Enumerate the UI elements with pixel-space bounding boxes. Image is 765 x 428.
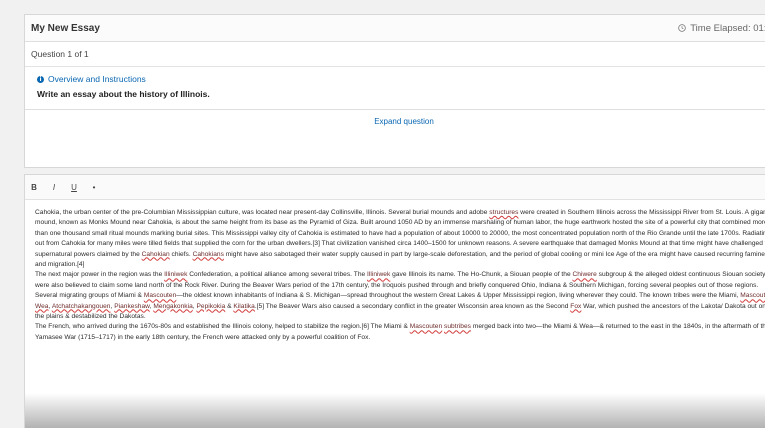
question-counter-bar: Question 1 of 1 [25,42,765,67]
essay-text-run: .[5] The Beaver Wars also caused a secon… [254,302,571,310]
misspelled-word: Mascouten [740,292,765,300]
essay-text-run: —the oldest known inhabitants of Indiana… [176,292,741,300]
misspelled-word: Fox [570,302,582,310]
page-title: My New Essay [31,22,100,34]
bullet-list-button[interactable]: • [91,183,97,192]
essay-text-run: Cahokia, the urban center of the pre-Col… [35,209,490,216]
question-panel: My New Essay Time Elapsed: 01:48 Questio… [24,14,765,168]
answer-panel: B I U • Cahokia, the urban center of the… [24,174,765,428]
question-prompt: Write an essay about the history of Illi… [37,89,210,99]
essay-page: My New Essay Time Elapsed: 01:48 Questio… [0,0,765,428]
misspelled-word: Chiwere [572,271,597,279]
essay-paragraph-1: Cahokia, the urban center of the pre-Col… [35,208,765,270]
essay-text-run: gave Illinois its name. The Ho-Chunk, a … [390,271,573,279]
misspelled-word: Piankeshaw [114,302,150,310]
essay-editor[interactable]: Cahokia, the urban center of the pre-Col… [25,200,765,343]
editor-toolbar: B I U • [25,175,765,200]
essay-paragraph-2: The next major power in the region was t… [35,270,765,322]
title-bar: My New Essay Time Elapsed: 01:48 [25,15,765,42]
clock-icon [678,24,686,32]
timer-label: Time Elapsed: 01:48 [690,22,765,34]
overview-instructions-link[interactable]: i Overview and Instructions [37,74,765,84]
time-elapsed: Time Elapsed: 01:48 [678,23,765,34]
misspelled-word: Mascouten [143,292,177,300]
misspelled-word: Mascouten [409,323,443,331]
essay-paragraph-3: The French, who arrived during the 1670s… [35,322,765,343]
misspelled-word: Cahokians [192,250,224,258]
misspelled-word: subtribes [444,323,471,331]
misspelled-word: Pepikokia [196,302,226,310]
misspelled-word: Illiniwek [367,271,391,279]
misspelled-word: Cahokian [141,250,170,258]
misspelled-word: Wea [35,302,49,310]
info-icon: i [37,75,44,83]
overview-section: i Overview and Instructions Write an ess… [25,67,765,99]
italic-button[interactable]: I [51,183,57,192]
expand-question-link[interactable]: Expand question [25,117,765,126]
misspelled-word: Mengakonkia [153,302,193,310]
misspelled-word: structures [489,209,519,216]
divider [25,109,765,110]
misspelled-word: Atchatchakangouen [51,302,111,310]
underline-button[interactable]: U [71,183,77,192]
essay-text-run: The French, who arrived during the 1670s… [35,323,410,331]
essay-text-run: chiefs. [169,250,193,258]
misspelled-word: Illiniwek [164,271,188,279]
misspelled-word: Kilatika [233,302,255,310]
overview-link-label: Overview and Instructions [48,74,146,84]
question-counter: Question 1 of 1 [31,49,89,59]
bold-button[interactable]: B [31,183,37,192]
scroll-fade-overlay [25,393,765,428]
essay-text-run: Confederation, a political alliance amon… [187,271,368,279]
essay-text-run: The next major power in the region was t… [35,271,165,279]
